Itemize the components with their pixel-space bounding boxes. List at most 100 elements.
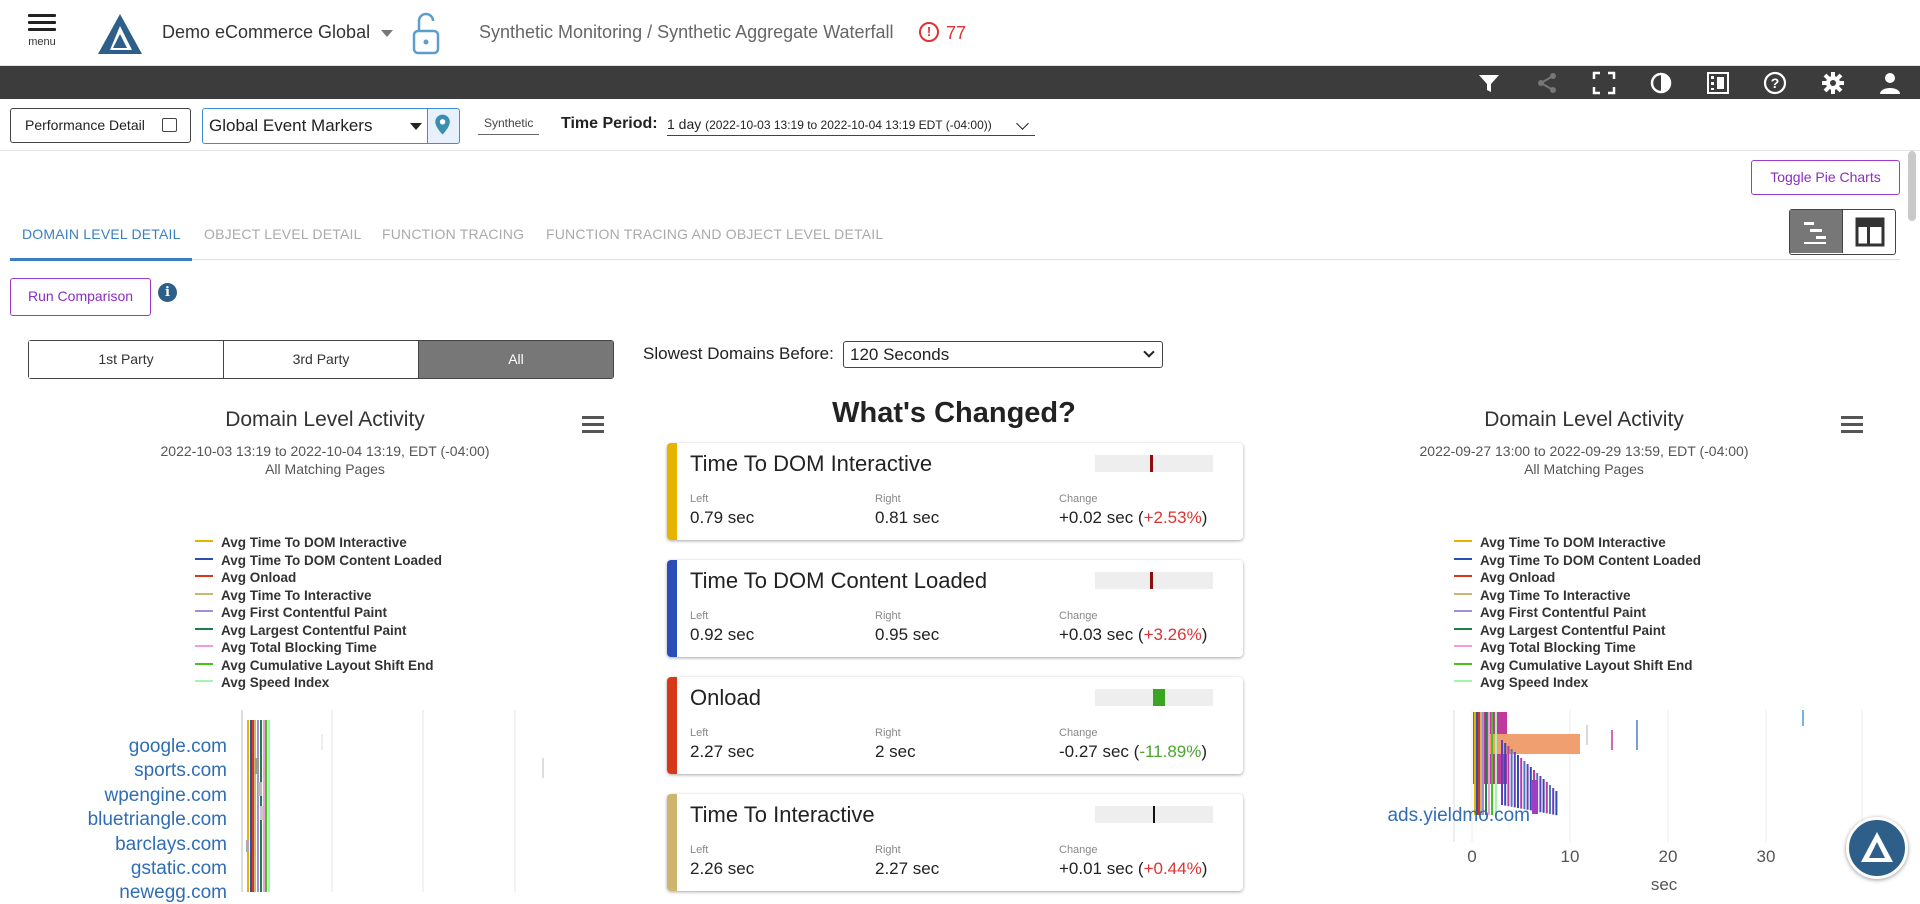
- time-period-select[interactable]: 1 day (2022-10-03 13:19 to 2022-10-04 13…: [667, 116, 1035, 136]
- metric-card[interactable]: Onload Left 2.27 sec Right 2 sec Change -0.27 …: [667, 677, 1243, 774]
- legend-item[interactable]: Avg Time To Interactive: [195, 588, 372, 603]
- chart-pages: All Matching Pages: [1524, 461, 1644, 477]
- change-marker: [1153, 806, 1155, 823]
- breadcrumb[interactable]: Synthetic Monitoring / Synthetic Aggrega…: [479, 22, 894, 43]
- event-marker-pin-button[interactable]: [427, 108, 460, 144]
- help-icon[interactable]: ?: [1762, 70, 1788, 96]
- slowest-domains-select[interactable]: 120 Seconds: [843, 341, 1163, 368]
- right-value: 0.81 sec: [875, 508, 940, 527]
- chevron-down-icon: [1143, 346, 1155, 358]
- chart-menu-icon[interactable]: [582, 416, 604, 434]
- left-value: 0.79 sec: [690, 508, 755, 527]
- legend-item[interactable]: Avg First Contentful Paint: [195, 605, 387, 620]
- waterfall-view-button[interactable]: [1790, 210, 1842, 253]
- alert-icon[interactable]: !: [919, 22, 939, 42]
- legend-item[interactable]: Avg Total Blocking Time: [1454, 640, 1636, 655]
- legend-item[interactable]: Avg Largest Contentful Paint: [1454, 623, 1666, 638]
- video-icon[interactable]: [1705, 70, 1731, 96]
- legend-item[interactable]: Avg Time To DOM Content Loaded: [195, 553, 442, 568]
- settings-icon[interactable]: [1820, 70, 1846, 96]
- domain-label[interactable]: sports.com: [134, 760, 227, 782]
- performance-detail-button[interactable]: Performance Detail: [10, 108, 191, 143]
- change-percent: +2.53%: [1143, 508, 1202, 527]
- domain-label[interactable]: newegg.com: [119, 882, 227, 904]
- info-icon[interactable]: i: [158, 283, 177, 302]
- legend-swatch: [195, 592, 213, 595]
- app-switcher-caret-icon[interactable]: [381, 30, 393, 37]
- third-party-button[interactable]: 3rd Party: [224, 341, 419, 378]
- app-name[interactable]: Demo eCommerce Global: [162, 22, 370, 43]
- metric-color-stripe: [667, 677, 677, 774]
- synthetic-tag[interactable]: Synthetic: [478, 116, 540, 135]
- metric-card[interactable]: Time To DOM Content Loaded Left 0.92 sec Ri…: [667, 560, 1243, 657]
- metric-name: Time To Interactive: [690, 802, 875, 827]
- domain-label[interactable]: google.com: [129, 736, 227, 758]
- whats-changed-title: What's Changed?: [832, 397, 1076, 429]
- legend-swatch: [195, 680, 213, 683]
- fullscreen-icon[interactable]: [1591, 70, 1617, 96]
- legend-item[interactable]: Avg Onload: [195, 570, 296, 585]
- change-marker: [1153, 689, 1165, 706]
- tab-function-tracing[interactable]: FUNCTION TRACING: [382, 226, 524, 242]
- contrast-icon[interactable]: [1648, 70, 1674, 96]
- legend-item[interactable]: Avg Time To DOM Content Loaded: [1454, 553, 1701, 568]
- legend-item[interactable]: Avg Cumulative Layout Shift End: [1454, 658, 1693, 673]
- filter-icon[interactable]: [1476, 70, 1502, 96]
- chevron-down-icon: [1016, 117, 1029, 130]
- metric-change-bar: [1095, 455, 1213, 472]
- domain-label[interactable]: bluetriangle.com: [88, 809, 227, 831]
- left-label: Left: [690, 493, 709, 505]
- legend-item[interactable]: Avg Cumulative Layout Shift End: [195, 658, 434, 673]
- run-comparison-button[interactable]: Run Comparison: [10, 278, 151, 316]
- tab-function-tracing-object-level[interactable]: FUNCTION TRACING AND OBJECT LEVEL DETAIL: [546, 226, 883, 242]
- domain-label[interactable]: gstatic.com: [131, 858, 227, 880]
- legend-item[interactable]: Avg Onload: [1454, 570, 1555, 585]
- right-label: Right: [875, 727, 901, 739]
- legend-swatch: [1454, 557, 1472, 560]
- metric-name: Onload: [690, 685, 761, 710]
- menu-label: menu: [28, 36, 56, 48]
- request-bar: [258, 782, 262, 796]
- legend-item[interactable]: Avg Speed Index: [195, 675, 329, 690]
- layout-view-button[interactable]: [1842, 210, 1894, 253]
- first-party-button[interactable]: 1st Party: [29, 341, 224, 378]
- svg-text:?: ?: [1771, 75, 1780, 91]
- chart-date-range: 2022-09-27 13:00 to 2022-09-29 13:59, ED…: [1419, 443, 1749, 459]
- legend-item[interactable]: Avg Time To Interactive: [1454, 588, 1631, 603]
- legend-item[interactable]: Avg Speed Index: [1454, 675, 1588, 690]
- domain-label[interactable]: ads.yieldmo.com: [1387, 805, 1530, 827]
- legend-item[interactable]: Avg Largest Contentful Paint: [195, 623, 407, 638]
- metric-color-stripe: [667, 443, 677, 540]
- top-bar: menu Demo eCommerce Global Synthetic Mon…: [0, 0, 1920, 66]
- left-domain-chart: Domain Level Activity 2022-10-03 13:19 t…: [25, 400, 625, 903]
- help-chat-button[interactable]: [1846, 817, 1908, 879]
- metric-card[interactable]: Time To Interactive Left 2.26 sec Right 2.27…: [667, 794, 1243, 891]
- legend-swatch: [195, 540, 213, 543]
- metric-card[interactable]: Time To DOM Interactive Left 0.79 sec Right…: [667, 443, 1243, 540]
- alert-count[interactable]: 77: [946, 23, 966, 44]
- request-bar: [255, 758, 259, 774]
- user-icon[interactable]: [1877, 70, 1903, 96]
- metric-color-stripe: [667, 560, 677, 657]
- waterfall-icon: [1804, 222, 1826, 244]
- page-scrollbar[interactable]: [1908, 151, 1916, 221]
- tab-domain-level-detail[interactable]: DOMAIN LEVEL DETAIL: [22, 226, 181, 242]
- tab-object-level-detail[interactable]: OBJECT LEVEL DETAIL: [204, 226, 362, 242]
- map-pin-icon: [435, 114, 450, 135]
- chart-menu-icon[interactable]: [1841, 416, 1863, 434]
- legend-swatch: [1454, 610, 1472, 613]
- unlock-icon[interactable]: [410, 11, 442, 57]
- all-parties-button[interactable]: All: [419, 341, 613, 378]
- legend-item[interactable]: Avg Time To DOM Interactive: [195, 535, 407, 550]
- domain-label[interactable]: wpengine.com: [104, 785, 227, 807]
- legend-item[interactable]: Avg First Contentful Paint: [1454, 605, 1646, 620]
- share-icon[interactable]: [1534, 70, 1560, 96]
- event-markers-select[interactable]: Global Event Markers: [202, 108, 428, 144]
- menu-button[interactable]: menu: [22, 12, 62, 60]
- left-value: 2.26 sec: [690, 859, 755, 878]
- domain-label[interactable]: barclays.com: [115, 834, 227, 856]
- legend-item[interactable]: Avg Total Blocking Time: [195, 640, 377, 655]
- legend-item[interactable]: Avg Time To DOM Interactive: [1454, 535, 1666, 550]
- legend-swatch: [1454, 540, 1472, 543]
- toggle-pie-charts-button[interactable]: Toggle Pie Charts: [1751, 160, 1900, 195]
